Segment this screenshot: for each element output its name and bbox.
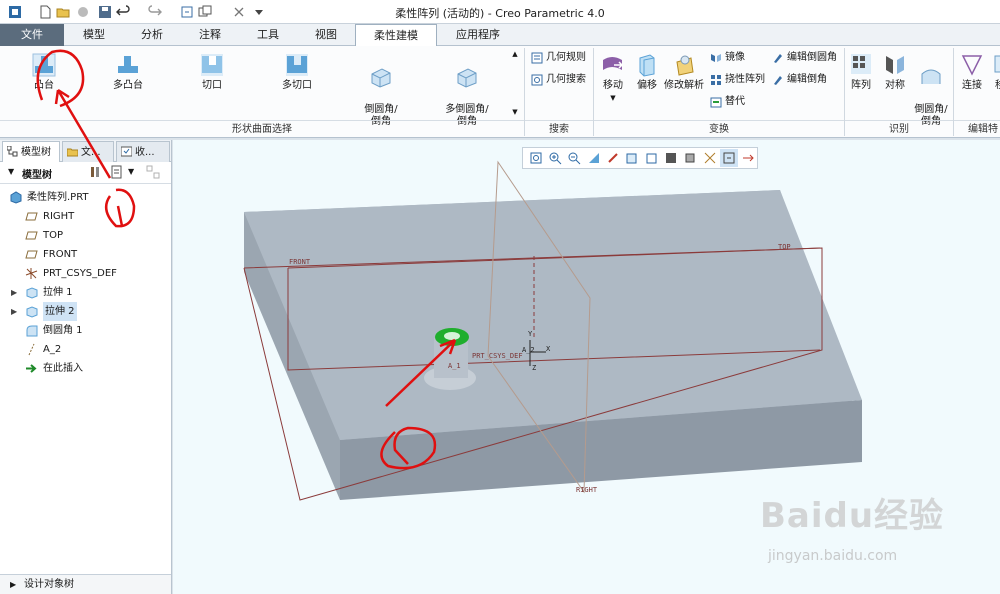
baidu-watermark-url: jingyan.baidu.com — [768, 548, 898, 564]
annotation-circle-2 — [36, 49, 85, 108]
datum-display-icon[interactable] — [701, 149, 718, 167]
refit-icon[interactable] — [527, 149, 544, 167]
repaint-icon[interactable] — [585, 149, 602, 167]
perspective-icon[interactable] — [682, 149, 699, 167]
right-plane-label: RIGHT — [576, 486, 598, 494]
z-axis-label: Z — [532, 364, 537, 372]
front-plane-label: FRONT — [289, 258, 311, 266]
axis-1-label: A_1 — [448, 362, 461, 370]
x-axis-label: X — [546, 345, 551, 353]
graphics-toolbar — [522, 147, 758, 169]
saved-orientations-icon[interactable] — [624, 149, 641, 167]
view-manager-icon[interactable] — [643, 149, 660, 167]
spin-display-icon[interactable] — [740, 149, 757, 167]
y-axis-label: Y — [528, 330, 533, 338]
boss-highlight — [444, 332, 460, 340]
csys-label: PRT_CSYS_DEF — [472, 352, 523, 360]
spin-center-icon[interactable] — [604, 149, 621, 167]
baidu-watermark: Baidu经验 — [760, 496, 945, 536]
annotation-circle-3 — [104, 188, 136, 228]
annotation-display-icon[interactable] — [720, 149, 738, 167]
display-style-icon[interactable] — [662, 149, 679, 167]
zoom-out-icon[interactable] — [566, 149, 583, 167]
top-plane-label: TOP — [778, 243, 791, 251]
plate-upper-face[interactable] — [244, 190, 862, 440]
zoom-in-icon[interactable] — [546, 149, 563, 167]
axis-label: A_2 — [522, 346, 535, 354]
